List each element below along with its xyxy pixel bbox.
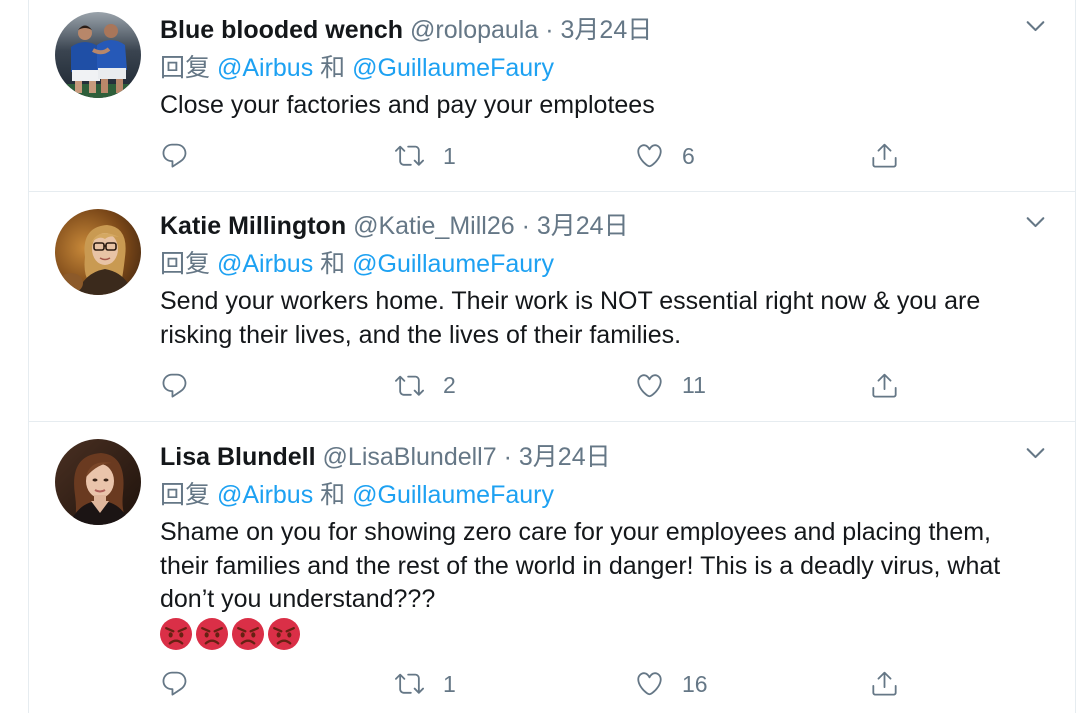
replying-to: 回复 @Airbus 和 @GuillaumeFaury <box>160 247 1055 281</box>
tweet-text: Shame on you for showing zero care for y… <box>160 516 1055 617</box>
tweet[interactable]: Blue blooded wench @rolopaula · 3月24日 回复… <box>29 0 1075 192</box>
tweet-date[interactable]: 3月24日 <box>519 443 611 471</box>
tweet-date[interactable]: 3月24日 <box>561 16 653 44</box>
reply-icon <box>160 141 189 170</box>
reply-icon <box>160 669 189 698</box>
reply-button[interactable] <box>160 136 189 176</box>
share-icon <box>870 371 899 400</box>
author-handle[interactable]: @LisaBlundell7 <box>323 443 497 471</box>
author-handle[interactable]: @rolopaula <box>410 16 538 44</box>
retweet-count: 1 <box>443 670 456 697</box>
replying-to: 回复 @Airbus 和 @GuillaumeFaury <box>160 478 1055 512</box>
tweet[interactable]: Katie Millington @Katie_Mill26 · 3月24日 回… <box>29 192 1075 422</box>
like-count: 16 <box>682 670 708 697</box>
tweet-text-line: Close your factories and pay your emplot… <box>160 91 655 119</box>
more-options-button[interactable] <box>1023 209 1048 234</box>
reply-conjunction: 和 <box>320 481 346 509</box>
tweet-text: Close your factories and pay your emplot… <box>160 89 1055 123</box>
tweet-content: Blue blooded wench @rolopaula · 3月24日 回复… <box>160 13 1055 176</box>
author-name[interactable]: Blue blooded wench <box>160 16 403 44</box>
tweet-actions: 1 16 <box>160 664 1055 704</box>
pouting-face-emoji-icon <box>160 618 192 650</box>
avatar[interactable] <box>55 209 141 295</box>
like-button[interactable]: 16 <box>635 664 708 704</box>
share-button[interactable] <box>870 664 899 704</box>
heart-icon <box>635 669 664 698</box>
tweet-text-line: risking their lives, and the lives of th… <box>160 320 682 349</box>
avatar[interactable] <box>55 12 141 98</box>
separator-dot: · <box>545 16 554 44</box>
tweet-header: Blue blooded wench @rolopaula · 3月24日 <box>160 13 1055 47</box>
tweet[interactable]: Lisa Blundell @LisaBlundell7 · 3月24日 回复 … <box>29 422 1075 713</box>
tweet-text-line: Shame on you for showing zero care for y… <box>160 518 992 546</box>
share-button[interactable] <box>870 365 899 405</box>
replying-to: 回复 @Airbus 和 @GuillaumeFaury <box>160 51 1055 85</box>
retweet-button[interactable]: 1 <box>395 136 456 176</box>
like-count: 6 <box>682 142 695 169</box>
tweet-text-line: their families and the rest of the world… <box>160 551 1001 580</box>
separator-dot: · <box>521 212 530 240</box>
tweet-actions: 1 6 <box>160 136 1055 176</box>
retweet-count: 1 <box>443 142 456 169</box>
heart-icon <box>635 141 664 170</box>
mention-link[interactable]: @Airbus <box>217 54 313 82</box>
pouting-face-emoji-icon <box>232 618 264 650</box>
reply-prefix: 回复 <box>160 250 211 278</box>
reply-prefix: 回复 <box>160 481 211 509</box>
retweet-icon <box>395 669 424 698</box>
separator-dot: · <box>503 443 512 471</box>
mention-link[interactable]: @Airbus <box>217 250 313 278</box>
retweet-button[interactable]: 2 <box>395 365 456 405</box>
pouting-face-emoji-icon <box>268 618 300 650</box>
tweet-header: Katie Millington @Katie_Mill26 · 3月24日 <box>160 209 1055 243</box>
retweet-icon <box>395 371 424 400</box>
tweet-content: Katie Millington @Katie_Mill26 · 3月24日 回… <box>160 209 1055 405</box>
author-name[interactable]: Katie Millington <box>160 212 346 240</box>
reply-prefix: 回复 <box>160 54 211 82</box>
reply-conjunction: 和 <box>320 54 346 82</box>
reply-icon <box>160 371 189 400</box>
more-options-button[interactable] <box>1023 440 1048 465</box>
avatar-image <box>55 12 141 98</box>
avatar-image <box>55 439 141 525</box>
reply-button[interactable] <box>160 664 189 704</box>
share-button[interactable] <box>870 136 899 176</box>
avatar[interactable] <box>55 439 141 525</box>
mention-link[interactable]: @GuillaumeFaury <box>352 54 554 82</box>
reply-thread: Blue blooded wench @rolopaula · 3月24日 回复… <box>28 0 1076 713</box>
mention-link[interactable]: @Airbus <box>217 481 313 509</box>
share-icon <box>870 669 899 698</box>
like-button[interactable]: 11 <box>635 365 706 405</box>
more-options-button[interactable] <box>1023 13 1048 38</box>
chevron-down-icon <box>1023 209 1048 234</box>
reply-conjunction: 和 <box>320 250 346 278</box>
retweet-icon <box>395 141 424 170</box>
heart-icon <box>635 371 664 400</box>
chevron-down-icon <box>1023 13 1048 38</box>
pouting-face-emoji-icon <box>196 618 228 650</box>
tweet-text: Send your workers home. Their work is NO… <box>160 285 1055 352</box>
mention-link[interactable]: @GuillaumeFaury <box>352 481 554 509</box>
tweet-header: Lisa Blundell @LisaBlundell7 · 3月24日 <box>160 440 1055 474</box>
mention-link[interactable]: @GuillaumeFaury <box>352 250 554 278</box>
author-name[interactable]: Lisa Blundell <box>160 443 316 471</box>
avatar-image <box>55 209 141 295</box>
reply-button[interactable] <box>160 365 189 405</box>
tweet-text-line: Send your workers home. Their work is NO… <box>160 287 981 315</box>
chevron-down-icon <box>1023 440 1048 465</box>
retweet-count: 2 <box>443 372 456 398</box>
share-icon <box>870 141 899 170</box>
tweet-actions: 2 11 <box>160 365 1055 405</box>
retweet-button[interactable]: 1 <box>395 664 456 704</box>
tweet-content: Lisa Blundell @LisaBlundell7 · 3月24日 回复 … <box>160 440 1055 704</box>
emoji-row <box>160 617 1055 651</box>
tweet-text-line: don’t you understand??? <box>160 585 436 613</box>
like-button[interactable]: 6 <box>635 136 695 176</box>
author-handle[interactable]: @Katie_Mill26 <box>353 212 515 240</box>
tweet-date[interactable]: 3月24日 <box>537 212 629 240</box>
like-count: 11 <box>682 372 706 398</box>
